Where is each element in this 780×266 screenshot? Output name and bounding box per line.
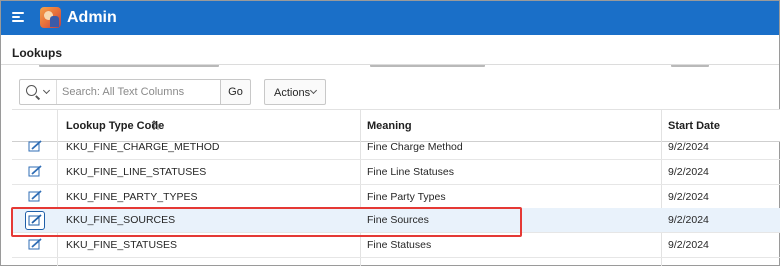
lookups-grid: Lookup Type Code Meaning Start Date KKU_… (12, 109, 780, 266)
cell-meaning: Fine Statuses (367, 239, 432, 251)
cell-start-date: 9/2/2024 (668, 166, 709, 178)
go-button[interactable]: Go (220, 79, 251, 105)
table-row[interactable]: KKU_FINE_CHARGE_METHOD Fine Charge Metho… (12, 135, 780, 160)
search-box (19, 79, 221, 105)
search-input[interactable] (58, 80, 220, 104)
cell-meaning: Fine Party Types (367, 191, 446, 203)
app-title[interactable]: Admin (67, 9, 117, 27)
app-logo (40, 7, 61, 28)
search-icon (26, 85, 37, 96)
hamburger-menu-icon[interactable] (12, 12, 26, 23)
chevron-down-icon (42, 86, 51, 95)
app-header-bar: Admin (1, 1, 779, 35)
pencil-edit-icon[interactable] (28, 140, 42, 153)
cell-meaning: Fine Charge Method (367, 141, 463, 153)
table-row[interactable]: KKU_FINE_LINE_STATUSES Fine Line Statuse… (12, 160, 780, 185)
column-header-lookup-type-code[interactable]: Lookup Type Code (66, 120, 164, 132)
pencil-edit-icon[interactable] (28, 190, 42, 203)
region-title: Lookups (12, 46, 62, 60)
scrolled-row-remnant (1, 65, 779, 75)
actions-label: Actions (274, 87, 311, 99)
pencil-edit-icon[interactable] (28, 165, 42, 178)
chevron-down-icon (309, 86, 318, 95)
cell-start-date: 9/2/2024 (668, 239, 709, 251)
cell-lookup-type-code: KKU_FINE_STATUSES (66, 239, 178, 251)
cell-lookup-type-code: KKU_FINE_CHARGE_METHOD (66, 141, 220, 153)
highlight-annotation-box (11, 207, 522, 237)
pencil-edit-icon[interactable] (28, 238, 42, 251)
cell-start-date: 9/2/2024 (668, 191, 709, 203)
cell-start-date: 9/2/2024 (668, 214, 709, 226)
cell-meaning: Fine Line Statuses (367, 166, 454, 178)
actions-menu-button[interactable]: Actions (264, 79, 326, 105)
search-column-selector[interactable] (20, 80, 57, 104)
cell-lookup-type-code: KKU_FINE_LINE_STATUSES (66, 166, 207, 178)
cell-start-date: 9/2/2024 (668, 141, 709, 153)
column-header-start-date[interactable]: Start Date (668, 120, 720, 132)
column-header-meaning[interactable]: Meaning (367, 120, 412, 132)
cell-lookup-type-code: KKU_FINE_PARTY_TYPES (66, 191, 198, 203)
sort-ascending-icon[interactable] (151, 120, 161, 131)
